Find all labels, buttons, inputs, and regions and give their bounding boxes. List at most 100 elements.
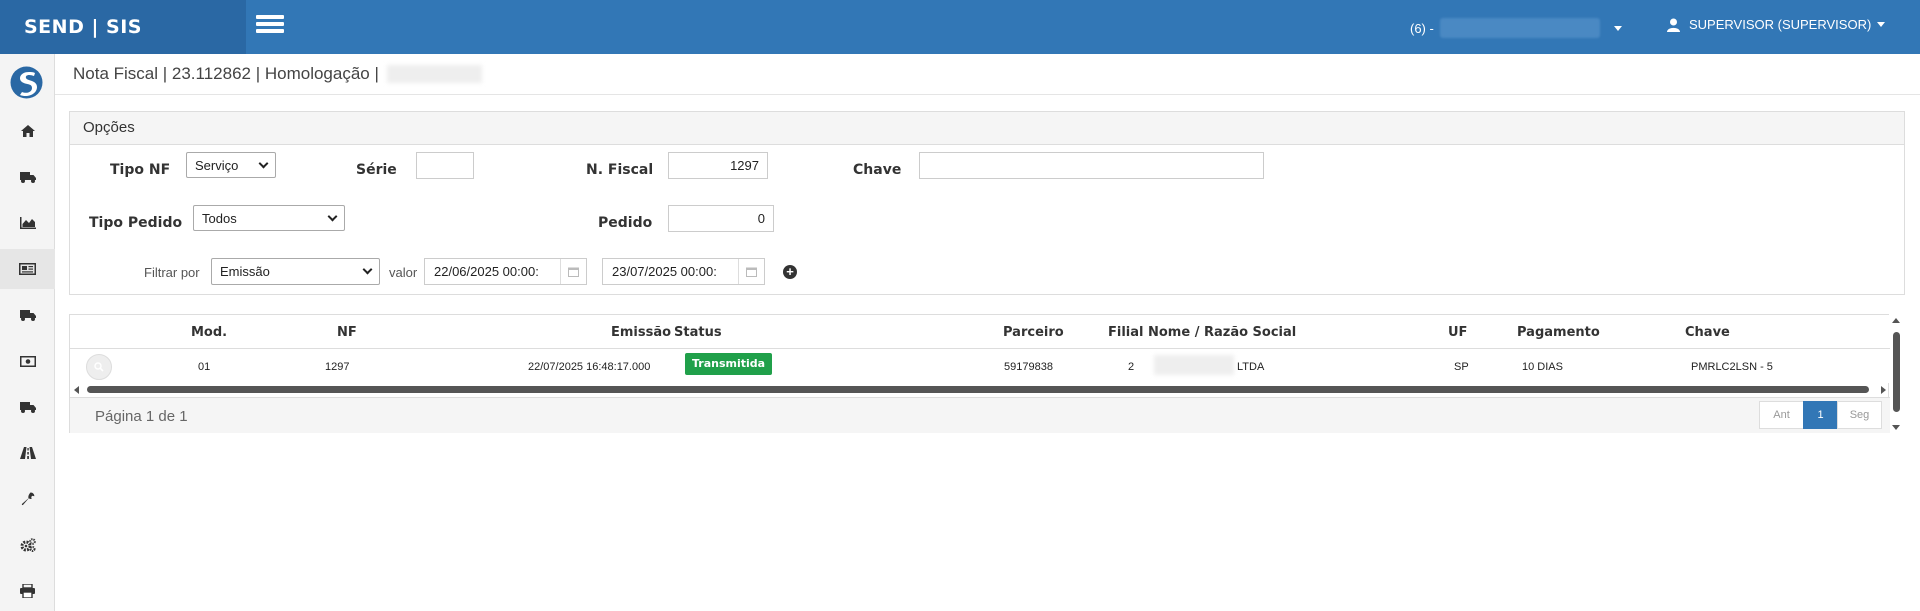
user-icon bbox=[1667, 18, 1680, 32]
truck-icon bbox=[19, 309, 36, 321]
user-menu[interactable]: SUPERVISOR (SUPERVISOR) bbox=[1667, 17, 1886, 32]
column-header-status[interactable]: Status bbox=[674, 325, 722, 340]
environment-redacted bbox=[386, 65, 482, 83]
scroll-up-icon[interactable] bbox=[1892, 318, 1900, 323]
user-name: SUPERVISOR (SUPERVISOR) bbox=[1689, 17, 1872, 32]
grid-footer: Página 1 de 1 Ant 1 Seg bbox=[70, 397, 1890, 433]
money-icon bbox=[19, 355, 36, 367]
chevron-down-icon bbox=[362, 264, 373, 275]
tipo-nf-value: Serviço bbox=[195, 157, 239, 173]
sidebar-item-nota-fiscal[interactable] bbox=[0, 249, 55, 289]
nfiscal-input[interactable]: 1297 bbox=[668, 152, 768, 179]
filtrar-label: Filtrar por bbox=[144, 265, 200, 280]
view-details-button[interactable] bbox=[86, 354, 112, 380]
horizontal-scrollbar[interactable] bbox=[70, 384, 1890, 395]
column-header-parceiro[interactable]: Parceiro bbox=[1003, 325, 1064, 340]
sidebar-item-road[interactable] bbox=[0, 433, 55, 473]
scroll-thumb[interactable] bbox=[1893, 332, 1900, 412]
sidebar-item-truck-3[interactable] bbox=[0, 387, 55, 427]
column-header-emissao[interactable]: Emissão bbox=[611, 325, 671, 340]
home-icon bbox=[20, 125, 35, 137]
nome-redacted bbox=[1154, 355, 1234, 375]
serie-label: Série bbox=[356, 162, 397, 178]
date-from-value: 22/06/2025 00:00: bbox=[434, 264, 539, 279]
sidebar-item-chart[interactable] bbox=[0, 203, 55, 243]
cell-nome: LTDA bbox=[1237, 361, 1265, 373]
sidebar-item-tools[interactable] bbox=[0, 479, 55, 519]
page-1-button[interactable]: 1 bbox=[1803, 401, 1838, 429]
sidebar-item-settings[interactable] bbox=[0, 525, 55, 565]
area-chart-icon bbox=[19, 217, 36, 229]
sidebar-item-print[interactable] bbox=[0, 571, 55, 611]
pedido-input[interactable]: 0 bbox=[668, 205, 774, 232]
app-logo-icon[interactable] bbox=[10, 66, 43, 99]
date-to-value: 23/07/2025 00:00: bbox=[612, 264, 717, 279]
cell-uf: SP bbox=[1454, 361, 1469, 373]
newspaper-icon bbox=[19, 263, 36, 275]
company-prefix: (6) - bbox=[1410, 20, 1434, 36]
results-grid: Mod. NF Emissão Status Parceiro Filial N… bbox=[69, 314, 1890, 433]
sidebar-item-money[interactable] bbox=[0, 341, 55, 381]
chave-input[interactable] bbox=[919, 152, 1264, 179]
next-page-button[interactable]: Seg bbox=[1837, 401, 1882, 429]
truck-icon bbox=[19, 171, 36, 183]
vertical-scrollbar[interactable] bbox=[1891, 314, 1902, 430]
chevron-down-icon bbox=[327, 211, 338, 221]
serie-input[interactable] bbox=[416, 152, 474, 179]
cell-pagamento: 10 DIAS bbox=[1522, 361, 1563, 373]
page-title: Nota Fiscal | 23.112862 | Homologação | bbox=[73, 64, 379, 83]
filtrar-value: Emissão bbox=[220, 264, 270, 279]
scroll-down-icon[interactable] bbox=[1892, 425, 1900, 430]
sidebar-item-home[interactable] bbox=[0, 111, 55, 151]
column-header-chave[interactable]: Chave bbox=[1685, 325, 1730, 340]
pedido-label: Pedido bbox=[598, 215, 653, 231]
brand-logo[interactable]: SEND | SIS bbox=[0, 0, 246, 54]
cell-nf: 1297 bbox=[325, 361, 350, 373]
road-icon bbox=[19, 447, 36, 459]
scroll-right-icon[interactable] bbox=[1881, 386, 1886, 394]
date-from-input[interactable]: 22/06/2025 00:00: bbox=[424, 258, 587, 285]
wrench-icon bbox=[21, 492, 34, 506]
sidebar-item-truck[interactable] bbox=[0, 157, 55, 197]
chave-label: Chave bbox=[853, 162, 902, 178]
filtrar-select[interactable]: Emissão bbox=[211, 258, 380, 285]
company-name-redacted bbox=[1439, 18, 1600, 38]
scroll-left-icon[interactable] bbox=[74, 386, 79, 394]
company-selector[interactable]: (6) - bbox=[1410, 18, 1622, 38]
page-info: Página 1 de 1 bbox=[95, 408, 188, 425]
truck-icon bbox=[19, 401, 36, 413]
page-title-bar: Nota Fiscal | 23.112862 | Homologação | bbox=[55, 54, 1920, 95]
chevron-down-icon bbox=[258, 158, 269, 168]
calendar-icon[interactable] bbox=[560, 259, 586, 284]
column-header-uf[interactable]: UF bbox=[1448, 325, 1467, 340]
cell-mod: 01 bbox=[198, 361, 211, 373]
column-header-nome[interactable]: Nome / Razão Social bbox=[1148, 325, 1296, 340]
calendar-icon[interactable] bbox=[738, 259, 764, 284]
pagination: Ant 1 Seg bbox=[1759, 401, 1882, 429]
tipo-pedido-label: Tipo Pedido bbox=[89, 215, 183, 231]
options-heading[interactable]: Opções bbox=[70, 112, 1904, 145]
column-header-nf[interactable]: NF bbox=[337, 325, 357, 340]
cell-filial: 2 bbox=[1128, 361, 1135, 373]
date-to-input[interactable]: 23/07/2025 00:00: bbox=[602, 258, 765, 285]
cell-chave: PMRLC2LSN - 5 bbox=[1691, 361, 1773, 373]
table-row[interactable]: 01 1297 22/07/2025 16:48:17.000 Transmit… bbox=[70, 349, 1890, 383]
print-icon bbox=[20, 584, 35, 598]
prev-page-button[interactable]: Ant bbox=[1759, 401, 1804, 429]
scroll-thumb[interactable] bbox=[87, 386, 1869, 393]
menu-toggle-icon[interactable] bbox=[256, 15, 284, 37]
add-filter-icon[interactable]: + bbox=[783, 265, 797, 279]
column-header-pagamento[interactable]: Pagamento bbox=[1517, 325, 1600, 340]
status-badge: Transmitida bbox=[685, 353, 773, 375]
sidebar-item-truck-2[interactable] bbox=[0, 295, 55, 335]
cell-emissao: 22/07/2025 16:48:17.000 bbox=[528, 361, 651, 373]
column-header-mod[interactable]: Mod. bbox=[191, 325, 227, 340]
cogs-icon bbox=[20, 538, 36, 552]
column-header-filial[interactable]: Filial bbox=[1108, 325, 1143, 340]
tipo-pedido-select[interactable]: Todos bbox=[193, 205, 345, 231]
grid-header: Mod. NF Emissão Status Parceiro Filial N… bbox=[70, 315, 1890, 349]
nfiscal-label: N. Fiscal bbox=[586, 162, 654, 178]
tipo-nf-select[interactable]: Serviço bbox=[186, 152, 276, 178]
top-navbar: SEND | SIS (6) - SUPERVISOR (SUPERVISOR) bbox=[0, 0, 1920, 54]
tipo-nf-label: Tipo NF bbox=[110, 162, 171, 178]
